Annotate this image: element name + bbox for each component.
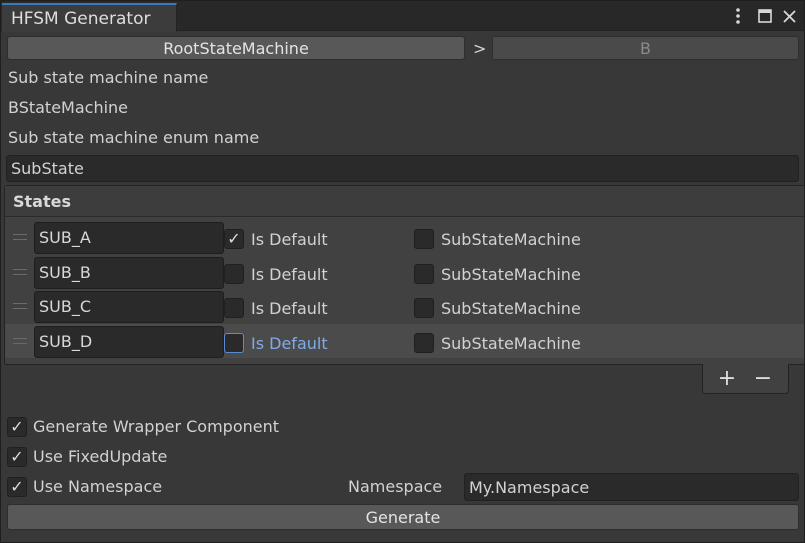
is-default-checkbox[interactable] (224, 264, 244, 284)
sub-state-machine-name-label: Sub state machine name (8, 68, 209, 87)
is-default-label: Is Default (251, 230, 328, 249)
is-default-label: Is Default (251, 334, 328, 353)
fixed-update-checkbox[interactable]: ✓ (7, 447, 27, 467)
generate-wrapper-label: Generate Wrapper Component (33, 417, 280, 436)
use-namespace-label: Use Namespace (33, 477, 163, 496)
list-footer: + − (702, 364, 789, 394)
is-default-label: Is Default (251, 265, 328, 284)
is-default-checkbox[interactable]: ✓ (224, 229, 244, 249)
is-default-label: Is Default (251, 299, 328, 318)
state-name-input[interactable]: SUB_D (34, 326, 224, 358)
is-default-checkbox[interactable] (224, 298, 244, 318)
state-row: SUB_B Is Default SubStateMachine (5, 255, 804, 289)
namespace-label: Namespace (348, 477, 443, 496)
sub-state-machine-enum-label: Sub state machine enum name (8, 128, 260, 147)
namespace-input[interactable]: My.Namespace (464, 473, 799, 501)
generate-button[interactable]: Generate (7, 504, 799, 530)
state-name-input[interactable]: SUB_A (34, 222, 224, 254)
states-header: States (5, 186, 804, 217)
sub-state-machine-label: SubStateMachine (441, 334, 581, 353)
hfsm-generator-window: HFSM Generator RootStateMachine > B Sub … (0, 0, 805, 543)
breadcrumb-separator: > (473, 39, 487, 58)
remove-state-button[interactable]: − (748, 365, 778, 391)
tab-bar: HFSM Generator (1, 1, 804, 32)
sub-state-machine-checkbox[interactable] (414, 333, 434, 353)
sub-state-machine-name-value: BStateMachine (8, 98, 129, 117)
drag-handle-icon[interactable] (13, 269, 27, 275)
add-state-button[interactable]: + (712, 365, 742, 391)
use-namespace-checkbox[interactable]: ✓ (7, 477, 27, 497)
sub-state-machine-checkbox[interactable] (414, 298, 434, 318)
state-row: SUB_A ✓ Is Default SubStateMachine (5, 220, 804, 254)
state-row-selected: SUB_D Is Default SubStateMachine (5, 324, 804, 358)
state-row: SUB_C Is Default SubStateMachine (5, 289, 804, 323)
generate-wrapper-checkbox[interactable]: ✓ (7, 417, 27, 437)
sub-state-machine-checkbox[interactable] (414, 229, 434, 249)
breadcrumb-current-button: B (492, 36, 799, 60)
breadcrumb-root-button[interactable]: RootStateMachine (7, 36, 465, 60)
drag-handle-icon[interactable] (13, 234, 27, 240)
is-default-checkbox[interactable] (224, 333, 244, 353)
state-name-input[interactable]: SUB_C (34, 291, 224, 323)
drag-handle-icon[interactable] (13, 303, 27, 309)
drag-handle-icon[interactable] (13, 338, 27, 344)
fixed-update-label: Use FixedUpdate (33, 447, 168, 466)
maximize-icon[interactable] (754, 4, 776, 28)
sub-state-machine-label: SubStateMachine (441, 299, 581, 318)
sub-state-machine-checkbox[interactable] (414, 264, 434, 284)
states-list: States SUB_A ✓ Is Default SubStateMachin… (4, 185, 805, 365)
sub-state-machine-label: SubStateMachine (441, 265, 581, 284)
state-name-input[interactable]: SUB_B (34, 257, 224, 289)
close-icon[interactable] (778, 4, 800, 28)
sub-state-machine-label: SubStateMachine (441, 230, 581, 249)
tab-hfsm-generator[interactable]: HFSM Generator (2, 3, 177, 32)
kebab-menu-icon[interactable] (727, 4, 749, 28)
enum-name-input[interactable]: SubState (6, 155, 799, 182)
